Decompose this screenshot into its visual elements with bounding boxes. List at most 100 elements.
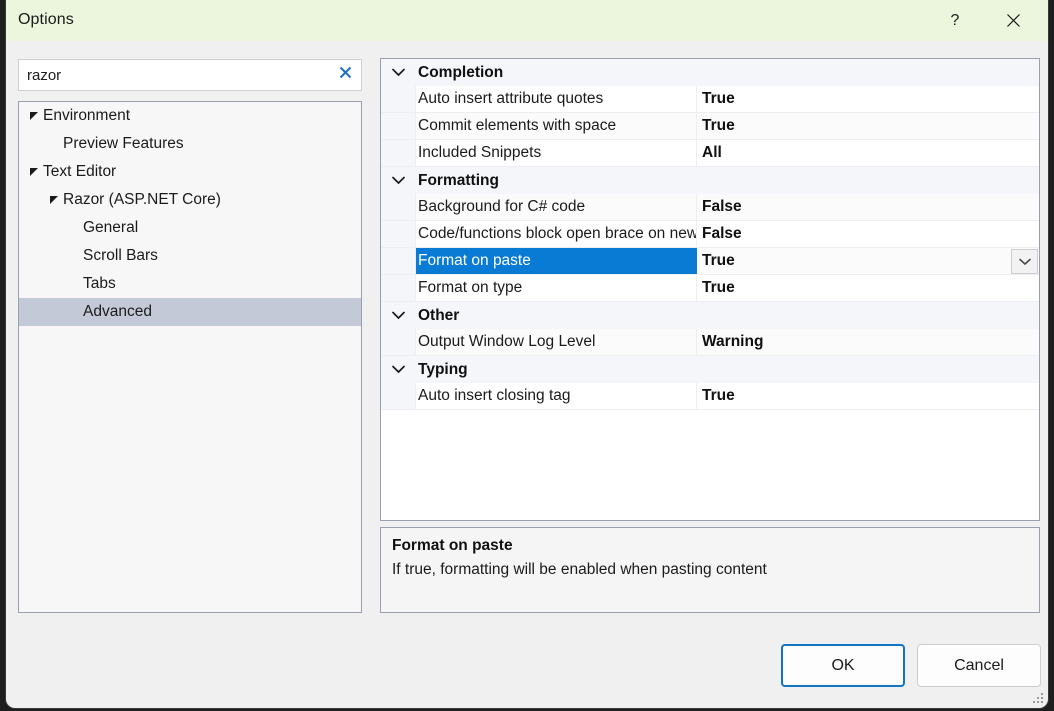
triangle-expanded-icon[interactable] <box>27 165 41 179</box>
grid-row-value-text: False <box>702 225 742 242</box>
search-input[interactable] <box>19 60 329 90</box>
grid-row-name-text: Auto insert attribute quotes <box>418 90 604 107</box>
tree-expander-placeholder <box>67 277 81 291</box>
grid-group-label: Formatting <box>418 171 499 189</box>
grid-row-gutter <box>381 113 416 139</box>
search-clear-button[interactable] <box>333 64 357 86</box>
tree-item-text-editor[interactable]: Text Editor <box>19 158 361 186</box>
grid-row-name[interactable]: Commit elements with space <box>416 113 697 139</box>
search-box[interactable] <box>18 59 362 91</box>
question-mark-icon: ? <box>950 11 960 29</box>
grid-row-name[interactable]: Format on paste <box>416 248 697 274</box>
tree-item-environment[interactable]: Environment <box>19 102 361 130</box>
grid-row-gutter <box>381 221 416 247</box>
grid-group-formatting[interactable]: Formatting <box>381 167 1039 194</box>
grid-row-name-text: Included Snippets <box>418 144 542 161</box>
grid-group-label: Completion <box>418 63 504 81</box>
grid-row-name[interactable]: Auto insert attribute quotes <box>416 86 697 112</box>
tree-expander-placeholder <box>67 305 81 319</box>
grid-row-name[interactable]: Auto insert closing tag <box>416 383 697 409</box>
grid-row-name-text: Code/functions block open brace on new l… <box>418 225 696 242</box>
tree-item-label: Advanced <box>83 303 152 321</box>
grid-group-other[interactable]: Other <box>381 302 1039 329</box>
grid-row-format-on-type[interactable]: Format on type True <box>381 275 1039 302</box>
grid-row-background-for-c-code[interactable]: Background for C# code False <box>381 194 1039 221</box>
grid-row-auto-insert-closing-tag[interactable]: Auto insert closing tag True <box>381 383 1039 410</box>
dialog-title: Options <box>18 11 74 28</box>
tree-item-label: Scroll Bars <box>83 247 158 265</box>
grid-row-value[interactable]: False <box>697 194 1039 220</box>
close-button[interactable] <box>990 0 1036 41</box>
triangle-expanded-icon[interactable] <box>27 109 41 123</box>
grid-row-gutter <box>381 140 416 166</box>
tree-item-general[interactable]: General <box>19 214 361 242</box>
tree-item-advanced[interactable]: Advanced <box>19 298 361 326</box>
chevron-down-icon[interactable] <box>381 302 416 329</box>
resize-grip[interactable] <box>1032 692 1045 705</box>
grid-row-name-text: Auto insert closing tag <box>418 387 571 404</box>
grid-row-value-text: True <box>702 117 735 134</box>
grid-row-value[interactable]: False <box>697 221 1039 247</box>
grid-row-value[interactable]: All <box>697 140 1039 166</box>
grid-row-value[interactable]: True <box>697 86 1039 112</box>
grid-row-auto-insert-attribute-quotes[interactable]: Auto insert attribute quotes True <box>381 86 1039 113</box>
chevron-down-icon[interactable] <box>381 59 416 86</box>
grid-row-name-text: Output Window Log Level <box>418 333 596 350</box>
grid-row-value-text: Warning <box>702 333 764 350</box>
grid-group-typing[interactable]: Typing <box>381 356 1039 383</box>
grid-row-name[interactable]: Background for C# code <box>416 194 697 220</box>
options-category-tree[interactable]: Environment Preview Features Text Editor Ra… <box>18 101 362 613</box>
chevron-down-icon[interactable] <box>381 356 416 383</box>
grid-row-name-text: Commit elements with space <box>418 117 617 134</box>
grid-row-gutter <box>381 248 416 274</box>
grid-row-gutter <box>381 329 416 355</box>
tree-item-tabs[interactable]: Tabs <box>19 270 361 298</box>
grid-row-gutter <box>381 275 416 301</box>
grid-row-output-window-log-level[interactable]: Output Window Log Level Warning <box>381 329 1039 356</box>
value-dropdown-button[interactable] <box>1011 249 1038 274</box>
grid-row-name[interactable]: Included Snippets <box>416 140 697 166</box>
grid-row-name-text: Format on paste <box>418 252 531 269</box>
grid-row-value[interactable]: True <box>697 383 1039 409</box>
dialog-titlebar: Options ? <box>6 0 1048 41</box>
tree-item-label: Environment <box>43 107 131 125</box>
tree-expander-placeholder <box>47 137 61 151</box>
grid-row-commit-elements-with-space[interactable]: Commit elements with space True <box>381 113 1039 140</box>
tree-item-razor-asp-net-core[interactable]: Razor (ASP.NET Core) <box>19 186 361 214</box>
grid-row-value[interactable]: Warning <box>697 329 1039 355</box>
options-dialog: Options ? Environment Preview Features Tex… <box>6 0 1048 708</box>
ok-button[interactable]: OK <box>781 644 905 687</box>
triangle-expanded-icon[interactable] <box>47 193 61 207</box>
cancel-button[interactable]: Cancel <box>917 644 1041 687</box>
grid-row-value-text: True <box>702 387 735 404</box>
grid-row-name[interactable]: Format on type <box>416 275 697 301</box>
grid-row-gutter <box>381 194 416 220</box>
grid-row-value[interactable]: True <box>697 248 1039 274</box>
chevron-down-icon[interactable] <box>381 167 416 194</box>
close-icon <box>339 66 352 84</box>
grid-row-gutter <box>381 383 416 409</box>
grid-row-value[interactable]: True <box>697 275 1039 301</box>
property-grid[interactable]: Completion Auto insert attribute quotes Tr… <box>380 58 1040 521</box>
grid-row-format-on-paste[interactable]: Format on paste True <box>381 248 1039 275</box>
description-title: Format on paste <box>392 537 513 554</box>
grid-row-value-text: True <box>702 279 735 296</box>
grid-row-name[interactable]: Code/functions block open brace on new l… <box>416 221 697 247</box>
help-button[interactable]: ? <box>932 0 978 41</box>
grid-group-label: Other <box>418 306 460 324</box>
grid-row-name[interactable]: Output Window Log Level <box>416 329 697 355</box>
tree-item-preview-features[interactable]: Preview Features <box>19 130 361 158</box>
tree-item-label: Text Editor <box>43 163 117 181</box>
tree-expander-placeholder <box>67 249 81 263</box>
tree-item-label: General <box>83 219 139 237</box>
tree-item-label: Preview Features <box>63 135 184 153</box>
grid-row-gutter <box>381 86 416 112</box>
grid-row-code-functions-block-open-brace-on-new-line[interactable]: Code/functions block open brace on new l… <box>381 221 1039 248</box>
tree-expander-placeholder <box>67 221 81 235</box>
grid-group-label: Typing <box>418 360 468 378</box>
grid-row-name-text: Format on type <box>418 279 523 296</box>
grid-group-completion[interactable]: Completion <box>381 59 1039 86</box>
grid-row-value[interactable]: True <box>697 113 1039 139</box>
tree-item-scroll-bars[interactable]: Scroll Bars <box>19 242 361 270</box>
grid-row-included-snippets[interactable]: Included Snippets All <box>381 140 1039 167</box>
